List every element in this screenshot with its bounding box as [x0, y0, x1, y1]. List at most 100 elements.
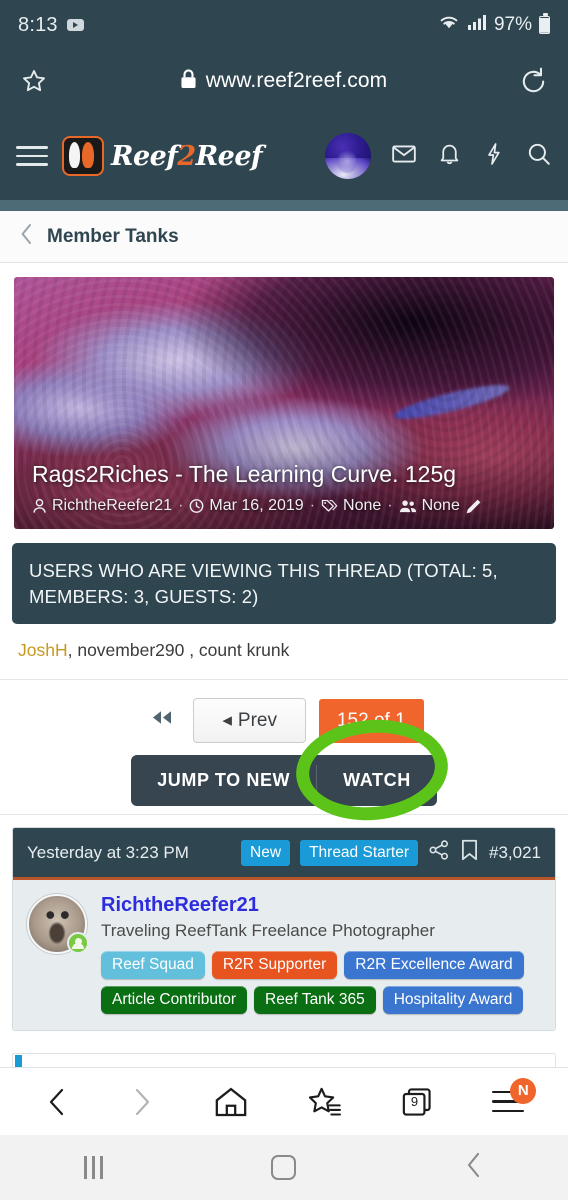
android-status-bar: 8:13 97% [0, 0, 568, 50]
users-viewing-banner: USERS WHO ARE VIEWING THIS THREAD (TOTAL… [12, 543, 556, 625]
thread-hero-image: Rags2Riches - The Learning Curve. 125g R… [14, 277, 554, 529]
pencil-icon [466, 499, 481, 513]
thread-date-text: Mar 16, 2019 [209, 497, 304, 514]
menu-notification-badge: N [510, 1077, 537, 1104]
logo-text-2: 2 [177, 140, 196, 172]
thread-category-text: None [421, 497, 460, 514]
user-badges: Reef Squad R2R Supporter R2R Excellence … [101, 951, 541, 1015]
youtube-icon [66, 19, 84, 31]
tag-icon [321, 499, 338, 512]
thread-starter-chip: Thread Starter [300, 839, 418, 866]
post-body: RichtheReefer21 Traveling ReefTank Freel… [13, 880, 555, 1031]
watch-button[interactable]: WATCH [317, 755, 437, 806]
thread-meta: RichtheReefer21 · Mar 16, 2019 · None · … [32, 497, 536, 515]
site-logo[interactable]: Reef2Reef [62, 136, 263, 176]
first-page-button[interactable] [144, 705, 180, 736]
badge-reef-tank-365[interactable]: Reef Tank 365 [254, 986, 376, 1015]
status-bar-left: 8:13 [18, 14, 84, 37]
star-icon[interactable] [20, 67, 48, 95]
tabs-icon[interactable]: 9 [401, 1086, 433, 1118]
search-icon[interactable] [526, 141, 552, 172]
post-user-title: Traveling ReefTank Freelance Photographe… [101, 921, 435, 941]
thread-tags-text: None [343, 497, 382, 514]
logo-text-3: Reef [195, 140, 263, 172]
badge-hospitality-award[interactable]: Hospitality Award [382, 986, 524, 1015]
post-card: Yesterday at 3:23 PM New Thread Starter … [12, 827, 556, 1032]
bell-icon[interactable] [437, 141, 462, 172]
url-display[interactable]: www.reef2reef.com [58, 68, 509, 94]
prev-page-label: Prev [237, 709, 277, 731]
badge-r2r-supporter[interactable]: R2R Supporter [211, 951, 338, 980]
person-icon [33, 498, 46, 513]
post-timestamp[interactable]: Yesterday at 3:23 PM [27, 843, 231, 863]
post-header: Yesterday at 3:23 PM New Thread Starter … [13, 828, 555, 881]
lightning-bolt-icon[interactable] [482, 141, 506, 172]
battery-percent-label: 97% [493, 14, 532, 35]
logo-text-1: Reef [111, 140, 178, 172]
meta-separator-2: · [309, 497, 316, 514]
reload-icon[interactable] [519, 67, 548, 96]
thread-tags: None [321, 497, 381, 515]
badge-r2r-excellence-award[interactable]: R2R Excellence Award [344, 951, 524, 980]
status-bar-clock: 8:13 [18, 13, 58, 36]
meta-separator-3: · [387, 497, 393, 514]
forward-arrow-icon[interactable] [129, 1087, 155, 1117]
envelope-icon[interactable] [391, 141, 417, 172]
pagination-area: ◂ Prev 152 of 1 JUMP TO NEW WATCH [0, 680, 568, 827]
browser-url-bar[interactable]: www.reef2reef.com [0, 50, 568, 112]
rewind-icon [153, 711, 172, 724]
lock-icon [180, 68, 197, 94]
header-actions [325, 133, 552, 179]
recents-icon[interactable] [84, 1156, 103, 1179]
breadcrumb[interactable]: Member Tanks [0, 211, 568, 263]
post-username[interactable]: RichtheReefer21 [101, 894, 541, 917]
meta-separator: · [178, 497, 184, 514]
post-number[interactable]: #3,021 [489, 843, 541, 863]
pagination-row: ◂ Prev 152 of 1 [0, 698, 568, 744]
viewer-link[interactable]: JoshH [18, 640, 68, 660]
battery-icon [539, 13, 550, 34]
edit-thread-button[interactable] [465, 498, 482, 515]
thread-author[interactable]: RichtheReefer21 [32, 497, 172, 515]
hamburger-menu-icon[interactable] [16, 146, 48, 166]
post-user-info: RichtheReefer21 Traveling ReefTank Freel… [101, 894, 541, 1015]
wifi-icon [438, 14, 460, 36]
badge-reef-squad[interactable]: Reef Squad [101, 951, 205, 980]
back-chevron-icon[interactable] [464, 1152, 484, 1183]
signal-icon [467, 14, 487, 36]
thread-action-bar: JUMP TO NEW WATCH [131, 755, 437, 807]
viewers-list: JoshH, november290 , count krunk [0, 624, 568, 681]
prev-arrow-icon: ◂ [222, 710, 232, 732]
post-user-block: RichtheReefer21 Traveling ReefTank Freel… [27, 894, 541, 1015]
people-icon [399, 500, 416, 513]
clownfish-logo-icon [62, 136, 104, 176]
tab-count-label: 9 [410, 1093, 419, 1109]
share-icon[interactable] [428, 839, 450, 866]
post-bubble-tail [57, 1017, 83, 1031]
status-bar-right: 97% [438, 13, 550, 36]
star-list-icon[interactable] [308, 1086, 342, 1118]
pug-avatar[interactable] [27, 894, 89, 955]
jump-to-new-button[interactable]: JUMP TO NEW [131, 755, 316, 806]
avatar[interactable] [325, 133, 371, 179]
home-icon[interactable] [214, 1086, 248, 1118]
url-text: www.reef2reef.com [205, 69, 388, 92]
browser-bottom-toolbar: 9 N [0, 1067, 568, 1135]
thread-action-row: JUMP TO NEW WATCH [0, 755, 568, 807]
bookmark-icon[interactable] [460, 839, 479, 866]
viewers-rest: , november290 , count krunk [67, 640, 290, 661]
back-arrow-icon[interactable] [44, 1087, 70, 1117]
badge-article-contributor[interactable]: Article Contributor [101, 986, 248, 1015]
thread-author-name: RichtheReefer21 [52, 497, 173, 514]
android-nav-bar [0, 1135, 568, 1200]
menu-icon[interactable]: N [492, 1077, 537, 1113]
viewing-banner-container: USERS WHO ARE VIEWING THIS THREAD (TOTAL… [0, 543, 568, 625]
site-header: Reef2Reef [0, 112, 568, 200]
prev-page-button[interactable]: ◂ Prev [193, 698, 306, 744]
breadcrumb-label[interactable]: Member Tanks [47, 226, 179, 248]
home-square-icon[interactable] [271, 1155, 296, 1180]
page-count-badge[interactable]: 152 of 1 [318, 698, 424, 743]
online-status-icon [67, 932, 89, 955]
new-chip: New [241, 839, 291, 866]
chevron-left-icon[interactable] [20, 223, 33, 250]
